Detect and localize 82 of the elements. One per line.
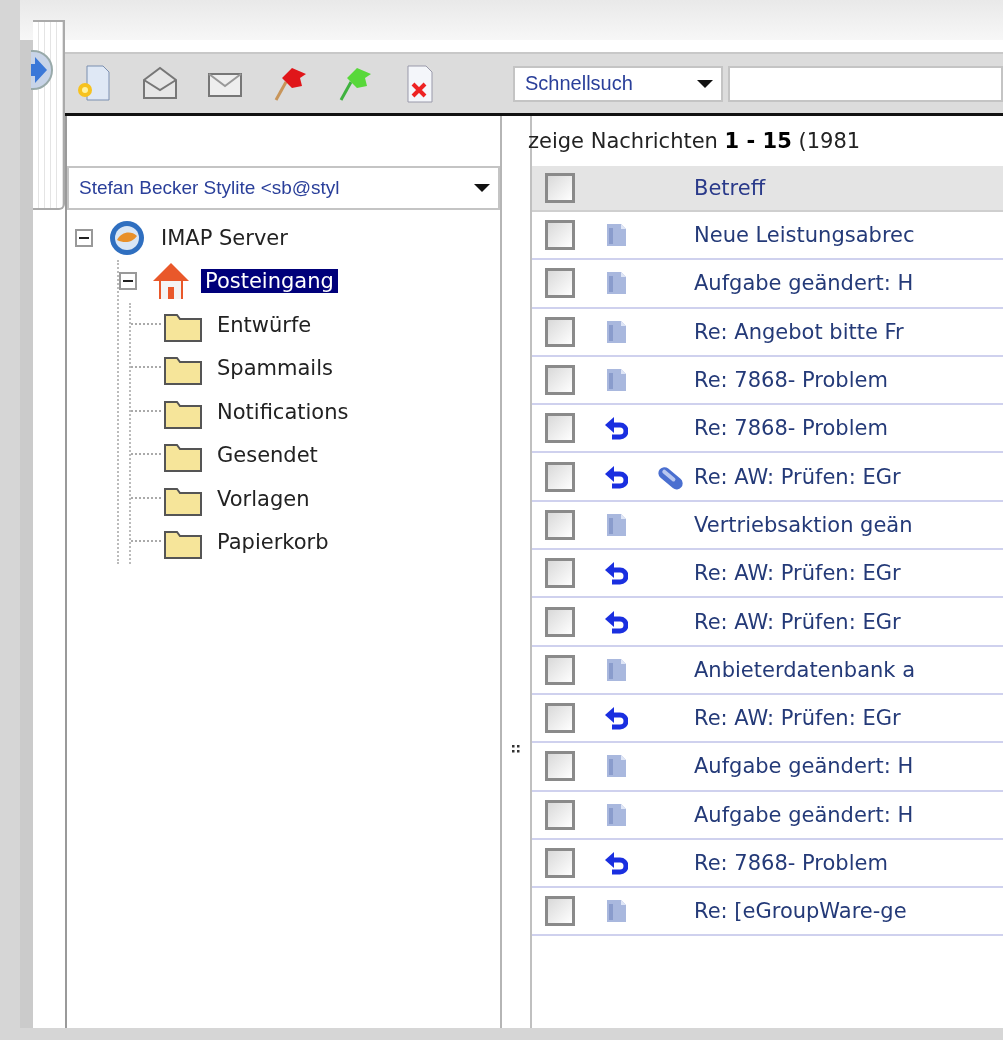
folder-item[interactable]: Entwürfe xyxy=(213,312,316,337)
message-row[interactable]: Re: AW: Prüfen: EGr xyxy=(532,598,1003,647)
folder-item[interactable]: IMAP Server xyxy=(157,225,292,250)
collapse-toggle-icon[interactable] xyxy=(119,272,137,291)
folder-item[interactable]: Vorlagen xyxy=(213,486,314,511)
message-subject[interactable]: Re: 7868- Problem xyxy=(694,416,888,441)
message-subject[interactable]: Re: AW: Prüfen: EGr xyxy=(694,706,901,731)
message-subject[interactable]: Re: 7868- Problem xyxy=(694,851,888,875)
message-subject[interactable]: Re: AW: Prüfen: EGr xyxy=(694,609,901,634)
checkbox[interactable] xyxy=(545,654,575,685)
document-icon xyxy=(604,511,628,538)
message-row[interactable]: Aufgabe geändert: H xyxy=(532,743,1003,792)
message-row[interactable]: Re: AW: Prüfen: EGr xyxy=(532,694,1003,744)
message-row[interactable]: Re: AW: Prüfen: EGr xyxy=(532,550,1003,599)
checkbox[interactable] xyxy=(545,413,575,444)
message-row[interactable]: Aufgabe geändert: H xyxy=(532,260,1003,309)
message-subject[interactable]: Aufgabe geändert: H xyxy=(694,271,914,296)
message-subject[interactable]: Aufgabe geändert: H xyxy=(694,754,914,779)
checkbox[interactable] xyxy=(545,896,575,927)
house-icon xyxy=(151,261,191,302)
folder-item[interactable]: Posteingang xyxy=(201,269,338,294)
message-row[interactable]: Vertriebsaktion geän xyxy=(532,501,1003,551)
message-row[interactable]: Re: 7868- Problem xyxy=(532,356,1003,406)
reply-arrow-icon xyxy=(604,850,628,876)
reply-arrow-icon xyxy=(604,705,628,732)
checkbox[interactable] xyxy=(545,558,575,589)
reply-arrow-icon xyxy=(604,463,628,490)
checkbox[interactable] xyxy=(545,751,575,782)
message-subject[interactable]: Neue Leistungsabrec xyxy=(694,223,915,248)
document-icon xyxy=(604,753,628,780)
checkbox[interactable] xyxy=(545,606,575,637)
message-row[interactable]: Re: [eGroupWare-ge xyxy=(532,888,1003,937)
message-subject[interactable]: Anbieterdatenbank a xyxy=(694,657,916,682)
checkbox[interactable] xyxy=(545,799,575,830)
message-subject[interactable]: Re: AW: Prüfen: EGr xyxy=(694,561,901,586)
document-icon xyxy=(604,656,628,683)
message-row[interactable]: Anbieterdatenbank a xyxy=(532,646,1003,695)
message-count-text: zeige Nachrichten 1 - 15 (1981 xyxy=(528,129,861,153)
search-field[interactable] xyxy=(728,65,1003,102)
folder-item[interactable]: Spammails xyxy=(213,356,337,381)
reply-arrow-icon xyxy=(604,560,628,587)
document-icon xyxy=(604,318,628,345)
checkbox[interactable] xyxy=(545,703,575,734)
folder-item[interactable]: Gesendet xyxy=(213,443,322,468)
document-icon xyxy=(604,801,628,828)
reply-arrow-icon xyxy=(604,415,628,442)
splitter-grip-icon xyxy=(512,744,520,754)
side-panel-tab[interactable] xyxy=(33,20,65,210)
account-select[interactable]: Stefan Becker Stylite <sb@styl xyxy=(67,166,500,210)
folder-item[interactable]: Papierkorb xyxy=(213,530,333,555)
message-subject[interactable]: Re: Angebot bitte Fr xyxy=(694,319,904,344)
folder-item[interactable]: Notifications xyxy=(213,399,353,424)
message-subject[interactable]: Re: AW: Prüfen: EGr xyxy=(694,464,901,489)
document-icon xyxy=(604,222,628,249)
message-row[interactable]: Re: 7868- Problem xyxy=(532,839,1003,889)
checkbox[interactable] xyxy=(545,461,575,492)
dropdown-caret-icon xyxy=(474,184,490,192)
document-icon xyxy=(604,367,628,394)
checkbox[interactable] xyxy=(545,268,575,299)
message-row[interactable]: Re: 7868- Problem xyxy=(532,405,1003,454)
checkbox[interactable] xyxy=(545,365,575,396)
message-subject[interactable]: Re: [eGroupWare-ge xyxy=(694,899,907,924)
checkbox[interactable] xyxy=(545,316,575,347)
document-icon xyxy=(604,270,628,297)
checkbox[interactable] xyxy=(545,848,575,878)
collapse-toggle-icon[interactable] xyxy=(75,228,93,247)
checkbox[interactable] xyxy=(545,509,575,540)
quick-search-select[interactable]: Schnellsuch xyxy=(513,65,723,102)
dropdown-caret-icon xyxy=(697,79,713,88)
message-subject[interactable]: Aufgabe geändert: H xyxy=(694,802,914,827)
message-row[interactable]: Re: AW: Prüfen: EGr xyxy=(532,453,1003,502)
message-row[interactable]: Re: Angebot bitte Fr xyxy=(532,308,1003,357)
checkbox[interactable] xyxy=(545,173,575,203)
column-header[interactable]: Betreff xyxy=(694,176,766,200)
reply-arrow-icon xyxy=(604,608,628,635)
message-row[interactable]: Aufgabe geändert: H xyxy=(532,791,1003,840)
arrow-icon xyxy=(31,50,53,90)
checkbox[interactable] xyxy=(545,220,575,251)
document-icon xyxy=(604,898,628,925)
message-subject[interactable]: Vertriebsaktion geän xyxy=(694,512,913,537)
message-subject[interactable]: Re: 7868- Problem xyxy=(694,368,888,393)
message-row[interactable]: Neue Leistungsabrec xyxy=(532,212,1003,261)
